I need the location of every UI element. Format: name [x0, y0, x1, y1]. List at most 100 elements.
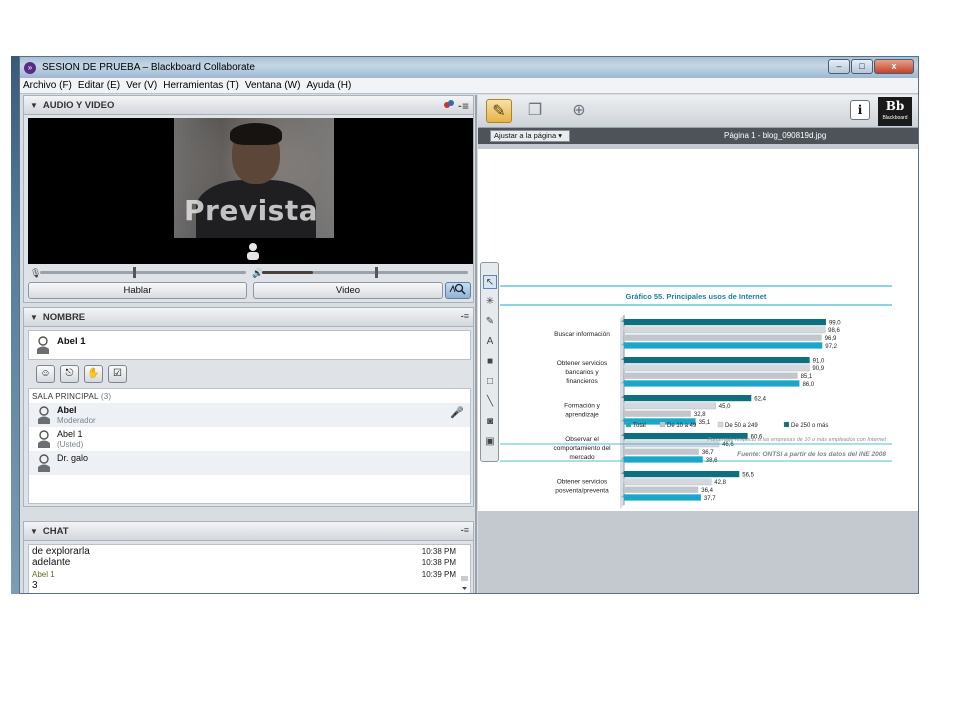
my-status-box: Abel 1: [28, 330, 471, 360]
menu-ayuda[interactable]: Ayuda (H): [306, 80, 351, 91]
bar-shadow: [621, 334, 822, 338]
rectangle-tool-button[interactable]: □: [483, 375, 497, 389]
room-label: SALA PRINCIPAL (3): [32, 392, 111, 401]
chat-message: 3: [32, 580, 38, 591]
bar-shadow: [621, 342, 823, 346]
pen-icon: ✎: [485, 316, 495, 327]
menu-ventana[interactable]: Ventana (W): [245, 80, 301, 91]
legend-entry: De 250 o más: [791, 423, 828, 429]
participants-title: NOMBRE: [42, 311, 86, 323]
participant-tools: ☺ ⎋ ✋ ☑: [28, 363, 471, 385]
category-label: Observar el: [565, 436, 599, 443]
checkbox-icon: ☑: [113, 368, 122, 379]
talking-microphone-icon: 🎤: [450, 407, 464, 419]
close-button[interactable]: x: [874, 59, 914, 74]
category-label: Buscar información: [554, 331, 610, 338]
video-zoom-button[interactable]: [445, 282, 471, 299]
bar-shadow: [621, 440, 720, 444]
title-bar[interactable]: » SESION DE PRUEBA – Blackboard Collabor…: [20, 57, 918, 78]
talk-button[interactable]: Hablar: [28, 282, 247, 299]
panel-options-icon[interactable]: -≡: [461, 525, 469, 535]
panel-options-icon[interactable]: -≡: [443, 99, 469, 113]
text-icon: A: [486, 336, 494, 347]
mic-level-track[interactable]: [40, 271, 246, 274]
bar-shadow: [621, 448, 699, 452]
chat-message: adelante: [32, 557, 71, 568]
chart-source: Fuente: ONTSI a partir de los datos del …: [737, 451, 886, 458]
chat-timestamp: 10:38 PM: [421, 547, 456, 556]
app-share-button[interactable]: ❐: [522, 99, 548, 123]
info-button[interactable]: i: [850, 100, 870, 120]
line-tool-button[interactable]: ╲: [483, 395, 497, 409]
legend-entry: Total: [633, 423, 646, 429]
camera-user-icon: [247, 243, 259, 260]
menu-bar: Archivo (F) Editar (E) Ver (V) Herramien…: [20, 78, 918, 94]
slide-canvas[interactable]: Gráfico 55. Principales usos de Internet…: [478, 149, 918, 511]
panel-splitter[interactable]: [475, 95, 477, 593]
data-label: 97,2: [825, 344, 837, 350]
menu-ver[interactable]: Ver (V): [126, 80, 157, 91]
category-label: Obtener servicios: [557, 360, 608, 367]
pointer-tool-button[interactable]: ✳: [483, 295, 497, 309]
filled-shape-tool-button[interactable]: ■: [483, 355, 497, 369]
data-label: 98,6: [828, 328, 840, 334]
data-label: 42,8: [714, 480, 726, 486]
person-icon: [38, 430, 50, 448]
clip-art-tool-button[interactable]: ▣: [483, 435, 497, 449]
chat-scrollbar[interactable]: [460, 546, 469, 592]
web-tour-icon: ⊕: [572, 102, 586, 119]
step-away-button[interactable]: ⎋: [60, 365, 79, 383]
participant-row[interactable]: Dr. galo: [29, 451, 470, 475]
camera-icon: ◙: [486, 416, 494, 427]
legend-entry: De 50 a 249: [725, 423, 758, 429]
video-button[interactable]: Video: [253, 282, 443, 299]
web-tour-button[interactable]: ⊕: [566, 99, 592, 123]
audio-video-header[interactable]: ▼ AUDIO Y VIDEO -≡: [24, 96, 473, 115]
panel-options-icon[interactable]: -≡: [461, 311, 469, 321]
speaker-level-thumb[interactable]: [375, 267, 379, 278]
category-label: financieros: [566, 378, 598, 385]
collapse-triangle-icon[interactable]: ▼: [30, 101, 38, 110]
zoom-select[interactable]: Ajustar a la página ▾: [490, 130, 570, 142]
chat-log[interactable]: de explorarla 10:38 PM adelante 10:38 PM…: [28, 544, 471, 593]
screenshot-tool-button[interactable]: ◙: [483, 415, 497, 429]
chat-panel: ▼ CHAT -≡ de explorarla 10:38 PM adelant…: [23, 521, 474, 593]
select-tool-button[interactable]: ↖: [483, 275, 497, 289]
filled-square-icon: ■: [486, 356, 494, 367]
person-icon: [38, 454, 50, 472]
menu-archivo[interactable]: Archivo (F): [23, 80, 72, 91]
chat-timestamp: 10:39 PM: [421, 570, 456, 579]
my-name: Abel 1: [57, 336, 86, 347]
text-tool-button[interactable]: A: [483, 335, 497, 349]
maximize-button[interactable]: □: [851, 59, 873, 74]
whiteboard-area: ✎ ❐ ⊕ i Bb Blackboard Ajustar a la págin…: [478, 95, 918, 593]
participants-header[interactable]: ▼ NOMBRE -≡: [24, 308, 473, 327]
raise-hand-button[interactable]: ✋: [84, 365, 103, 383]
bar-shadow: [621, 410, 691, 414]
bar-shadow: [621, 456, 703, 460]
collapse-triangle-icon[interactable]: ▼: [30, 527, 38, 536]
chat-header[interactable]: ▼ CHAT -≡: [24, 522, 473, 541]
pen-tool-button[interactable]: ✎: [483, 315, 497, 329]
whiteboard-mode-button[interactable]: ✎: [486, 99, 512, 123]
app-share-icon: ❐: [527, 102, 543, 119]
whiteboard-toolbar: ✎ ❐ ⊕ i Bb Blackboard: [478, 95, 918, 128]
mic-level-thumb[interactable]: [132, 267, 136, 278]
bar-shadow: [621, 433, 748, 436]
chat-message: de explorarla: [32, 546, 90, 557]
participant-row[interactable]: Abel Moderador 🎤: [29, 403, 470, 427]
data-label: 46,6: [722, 442, 734, 448]
emoticon-button[interactable]: ☺: [36, 365, 55, 383]
minimize-button[interactable]: –: [828, 59, 850, 74]
speaker-level-fill: [262, 271, 313, 274]
data-label: 35,1: [699, 420, 711, 426]
collapse-triangle-icon[interactable]: ▼: [30, 313, 38, 322]
menu-herramientas[interactable]: Herramientas (T): [163, 80, 239, 91]
bar-shadow: [621, 357, 810, 360]
room-count: (3): [100, 392, 112, 401]
poll-response-button[interactable]: ☑: [108, 365, 127, 383]
menu-editar[interactable]: Editar (E): [78, 80, 120, 91]
data-label: 96,9: [825, 336, 837, 342]
participant-row[interactable]: Abel 1 (Usted): [29, 427, 470, 451]
whiteboard-margin: [478, 511, 918, 593]
